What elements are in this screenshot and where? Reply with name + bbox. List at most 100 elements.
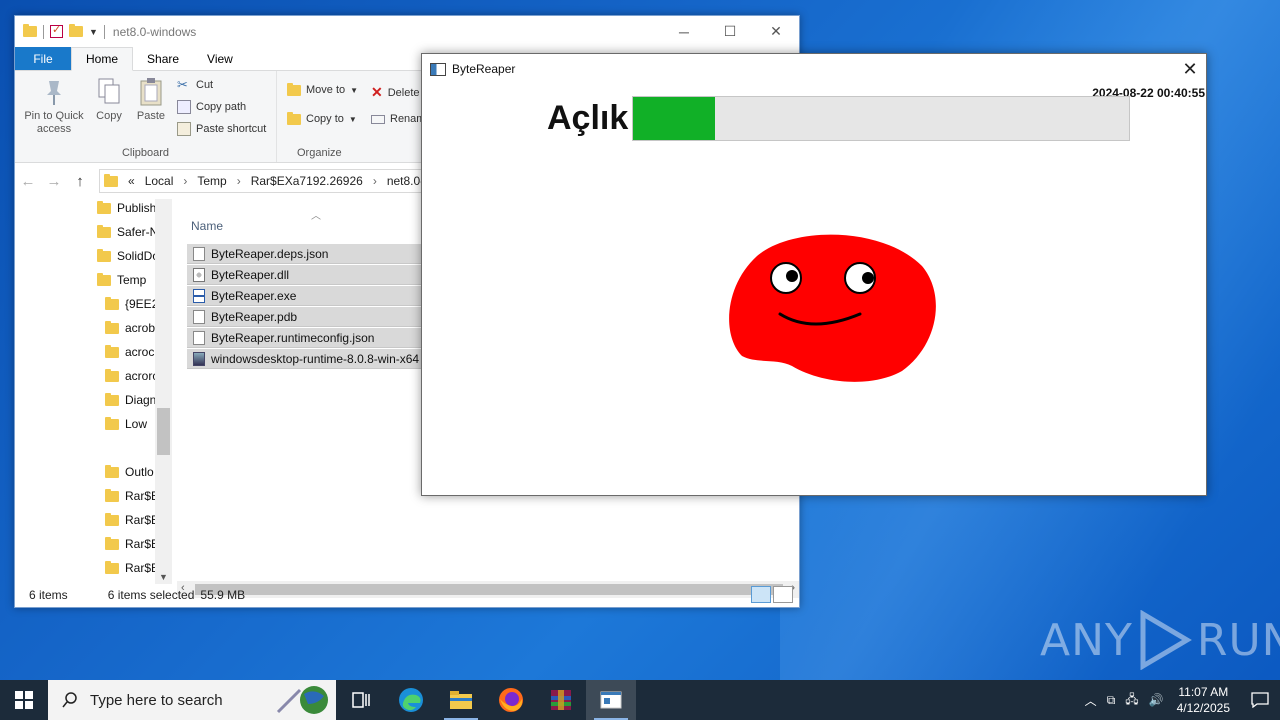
nav-item[interactable]: Diagn (105, 392, 156, 407)
start-button[interactable] (0, 680, 48, 720)
tab-share[interactable]: Share (133, 47, 193, 70)
delete-x-icon: ✕ (371, 84, 383, 100)
file-row[interactable]: windowsdesktop-runtime-8.0.8-win-x64 (187, 349, 427, 369)
forward-arrow-icon[interactable]: → (41, 173, 67, 190)
show-hidden-icons-icon[interactable]: ︿ (1085, 692, 1097, 709)
nav-scrollbar[interactable]: ▼ (155, 199, 172, 584)
winrar-icon[interactable] (536, 680, 586, 720)
nav-item[interactable]: Rar$E (105, 536, 159, 551)
breadcrumb-local[interactable]: Local (145, 174, 174, 188)
breadcrumb-rar[interactable]: Rar$EXa7192.26926 (251, 174, 363, 188)
tab-file[interactable]: File (15, 47, 71, 70)
volume-icon[interactable]: 🔊 (1149, 693, 1164, 707)
breadcrumb-temp[interactable]: Temp (197, 174, 226, 188)
folder-icon (105, 296, 119, 310)
taskbar-search[interactable]: Type here to search (48, 680, 336, 720)
clock-time: 11:07 AM (1178, 685, 1229, 699)
nav-item[interactable]: acrob (105, 320, 155, 335)
notifications-icon[interactable] (1240, 692, 1280, 708)
nav-item[interactable]: Outlo (105, 464, 154, 479)
nav-item-label: Safer-N (117, 225, 159, 239)
copy-path-button[interactable]: Copy path (177, 100, 246, 114)
edge-icon[interactable] (386, 680, 436, 720)
nav-item[interactable]: SolidDo (97, 248, 159, 263)
task-view-icon[interactable] (336, 680, 386, 720)
details-view-icon[interactable] (751, 586, 771, 603)
app-close-button[interactable]: ✕ (1174, 54, 1206, 84)
status-size: 55.9 MB (200, 588, 246, 602)
minimize-button[interactable]: ─ (661, 16, 707, 47)
clock[interactable]: 11:07 AM 4/12/2025 (1177, 684, 1230, 716)
firefox-icon[interactable] (486, 680, 536, 720)
copy-to-label: Copy to (306, 113, 344, 125)
customize-toolbar-icon[interactable]: ▼ (89, 27, 98, 37)
network-icon[interactable]: 🖧 (1125, 690, 1138, 711)
paste-button[interactable]: Paste (131, 77, 171, 123)
column-header-name[interactable]: Name (191, 219, 223, 233)
network-adapter-icon[interactable]: ⧉ (1107, 693, 1116, 708)
nav-item[interactable]: Rar$E (105, 560, 160, 575)
nav-item[interactable]: acrorc (105, 368, 158, 383)
file-name: ByteReaper.deps.json (211, 246, 329, 261)
back-arrow-icon[interactable]: ← (15, 173, 41, 190)
file-row[interactable]: ByteReaper.exe (187, 286, 427, 306)
file-row[interactable]: ByteReaper.deps.json (187, 244, 427, 264)
nav-item[interactable]: Rar$E (105, 488, 160, 503)
nav-item[interactable]: {9EE2! (105, 296, 162, 311)
nav-item[interactable]: Low (105, 416, 147, 431)
app-title: ByteReaper (452, 62, 516, 76)
bytereaper-icon[interactable] (586, 680, 636, 720)
maximize-button[interactable]: ☐ (707, 16, 753, 47)
nav-item[interactable]: acroc (105, 344, 154, 359)
cut-button[interactable]: ✂ Cut (177, 78, 213, 92)
breadcrumb-net8[interactable]: net8.0- (387, 174, 424, 188)
bytereaper-window: ByteReaper ✕ 2024-08-22 00:40:55 Açlık (421, 53, 1207, 496)
breadcrumb-overflow[interactable]: « (128, 174, 135, 188)
nav-item[interactable]: Rar$E (105, 512, 160, 527)
copy-label: Copy (96, 110, 122, 122)
nav-scroll-thumb[interactable] (157, 408, 170, 455)
up-arrow-icon[interactable]: ↑ (67, 173, 93, 190)
scroll-down-icon[interactable]: ▼ (155, 572, 172, 582)
tab-view[interactable]: View (193, 47, 247, 70)
copy-button[interactable]: Copy (91, 77, 127, 123)
file-row[interactable]: ByteReaper.dll (187, 265, 427, 285)
copy-to-icon (287, 111, 301, 125)
breadcrumb-chevron-icon: › (372, 174, 377, 188)
hunger-label: Açlık (547, 99, 629, 137)
properties-icon[interactable] (50, 23, 63, 38)
dropdown-arrow-icon: ▼ (348, 114, 357, 124)
pin-quick-access-button[interactable]: Pin to Quick access (21, 77, 87, 136)
rename-button[interactable]: Renam (371, 113, 425, 125)
folder-icon (97, 248, 111, 262)
paste-shortcut-button[interactable]: Paste shortcut (177, 122, 266, 136)
pet-creature[interactable] (722, 226, 942, 386)
paste-shortcut-label: Paste shortcut (196, 123, 267, 135)
installer-icon (193, 351, 205, 366)
right-eye-icon (844, 262, 876, 294)
new-folder-icon[interactable] (69, 24, 83, 37)
view-switcher (751, 586, 793, 603)
clipboard-group: Pin to Quick access Copy Paste ✂ Cut Cop… (15, 71, 277, 162)
close-button[interactable]: ✕ (753, 16, 799, 47)
move-to-button[interactable]: Move to ▼ (287, 82, 358, 96)
tab-home[interactable]: Home (71, 47, 134, 71)
file-row[interactable]: ByteReaper.runtimeconfig.json (187, 328, 427, 348)
watermark-right-text: RUN (1196, 614, 1280, 666)
hunger-bar-fill (633, 97, 715, 140)
delete-button[interactable]: ✕ Delete (371, 84, 420, 101)
scissors-icon: ✂ (177, 77, 188, 92)
app-window-icon (430, 62, 446, 76)
exe-file-icon (193, 288, 205, 303)
nav-item-label: Publish (117, 201, 157, 215)
nav-item-label: Rar$E (125, 561, 160, 575)
nav-item-temp[interactable]: Temp (97, 272, 146, 287)
file-explorer-icon[interactable] (436, 680, 486, 720)
nav-item-label: Rar$E (125, 513, 160, 527)
nav-item-label: Rar$E (125, 489, 160, 503)
copy-to-button[interactable]: Copy to ▼ (287, 111, 357, 125)
file-row[interactable]: ByteReaper.pdb (187, 307, 427, 327)
large-icons-view-icon[interactable] (773, 586, 793, 603)
nav-item[interactable]: Safer-N (97, 224, 159, 239)
nav-item[interactable]: Publish (97, 200, 157, 215)
